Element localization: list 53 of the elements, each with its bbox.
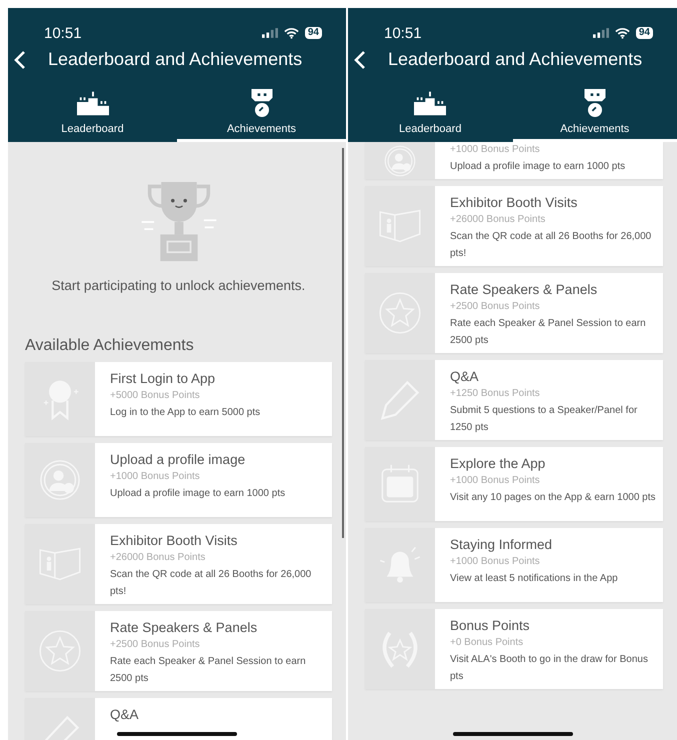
status-time: 10:51 — [44, 24, 82, 42]
bonus-points: +5000 Bonus Points — [110, 389, 201, 403]
section-heading: Available Achievements — [25, 337, 195, 355]
achievement-title: Q&A — [110, 706, 140, 724]
tab[interactable]: Leaderboard — [8, 89, 177, 142]
signal-icon — [592, 28, 609, 38]
bonus-points: +0 Bonus Points — [450, 636, 524, 650]
battery-level: 94 — [304, 27, 322, 39]
achievement-description: Visit ALA's Booth to go in the draw for Bonus pts — [450, 653, 649, 684]
signal-icon — [262, 28, 278, 38]
wifi-icon — [614, 27, 630, 39]
achievement-description: Submit 5 questions to a Speaker/Panel for 1250 pts — [450, 404, 638, 435]
wifi-icon — [284, 27, 299, 39]
achievement-title: Explore the App — [450, 455, 546, 473]
battery-level: 94 — [636, 27, 653, 39]
podium-icon — [414, 89, 446, 117]
achievement-description: Upload a profile image to earn 1000 pts — [450, 160, 626, 174]
empty-state-message: Start participating to unlock achievements. — [52, 278, 306, 293]
screen-title: Leaderboard and Achievements — [48, 49, 302, 70]
back-icon[interactable] — [354, 50, 366, 70]
achievement-title: Upload a profile image — [110, 451, 246, 469]
tab[interactable]: Leaderboard — [348, 89, 512, 142]
status-time: 10:51 — [384, 24, 422, 42]
achievement-description: Visit any 10 pages on the App & earn 1000 pts — [450, 491, 657, 505]
achievement-title: Q&A — [450, 368, 480, 386]
tab[interactable]: Achievements — [177, 89, 346, 142]
achievement-title: Rate Speakers & Panels — [110, 619, 258, 637]
bonus-points: +2500 Bonus Points — [450, 300, 541, 314]
achievement-description: Log in to the App to earn 5000 pts — [110, 406, 262, 420]
bonus-points: +1000 Bonus Points — [450, 555, 541, 569]
achievement-description: View at least 5 notifications in the App — [450, 572, 619, 586]
achievement-title: Exhibitor Booth Visits — [110, 532, 238, 550]
achievement-description: Rate each Speaker & Panel Session to earn 2500 pts — [450, 317, 647, 348]
bonus-points: +26000 Bonus Points — [450, 213, 546, 227]
screen-title: Leaderboard and Achievements — [388, 49, 642, 70]
podium-icon — [76, 89, 108, 117]
achievement-description: Upload a profile image to earn 1000 pts — [110, 487, 286, 501]
achievement-description: Scan the QR code at all 26 Booths for 26,000 pts! — [110, 568, 312, 599]
bonus-points: +1250 Bonus Points — [450, 387, 541, 401]
bonus-points: +2500 Bonus Points — [110, 638, 201, 652]
bonus-points: +1000 Bonus Points — [450, 143, 541, 157]
achievement-title: Bonus Points — [450, 617, 531, 635]
achievement-title: First Login to App — [110, 370, 216, 388]
bonus-points: +1000 Bonus Points — [110, 470, 201, 484]
bonus-points: +1000 Bonus Points — [450, 474, 541, 488]
achievement-description: Scan the QR code at all 26 Booths for 26,000 pts! — [450, 230, 652, 261]
bonus-points: +26000 Bonus Points — [110, 551, 206, 565]
achievement-title: Staying Informed — [450, 536, 554, 554]
profile-upload-icon — [383, 144, 417, 178]
achievement-description: Rate each Speaker & Panel Session to earn 2500 pts — [110, 655, 307, 686]
achievement-title: Exhibitor Booth Visits — [450, 194, 578, 212]
back-icon[interactable] — [14, 50, 26, 70]
achievement-title: Rate Speakers & Panels — [450, 281, 598, 299]
